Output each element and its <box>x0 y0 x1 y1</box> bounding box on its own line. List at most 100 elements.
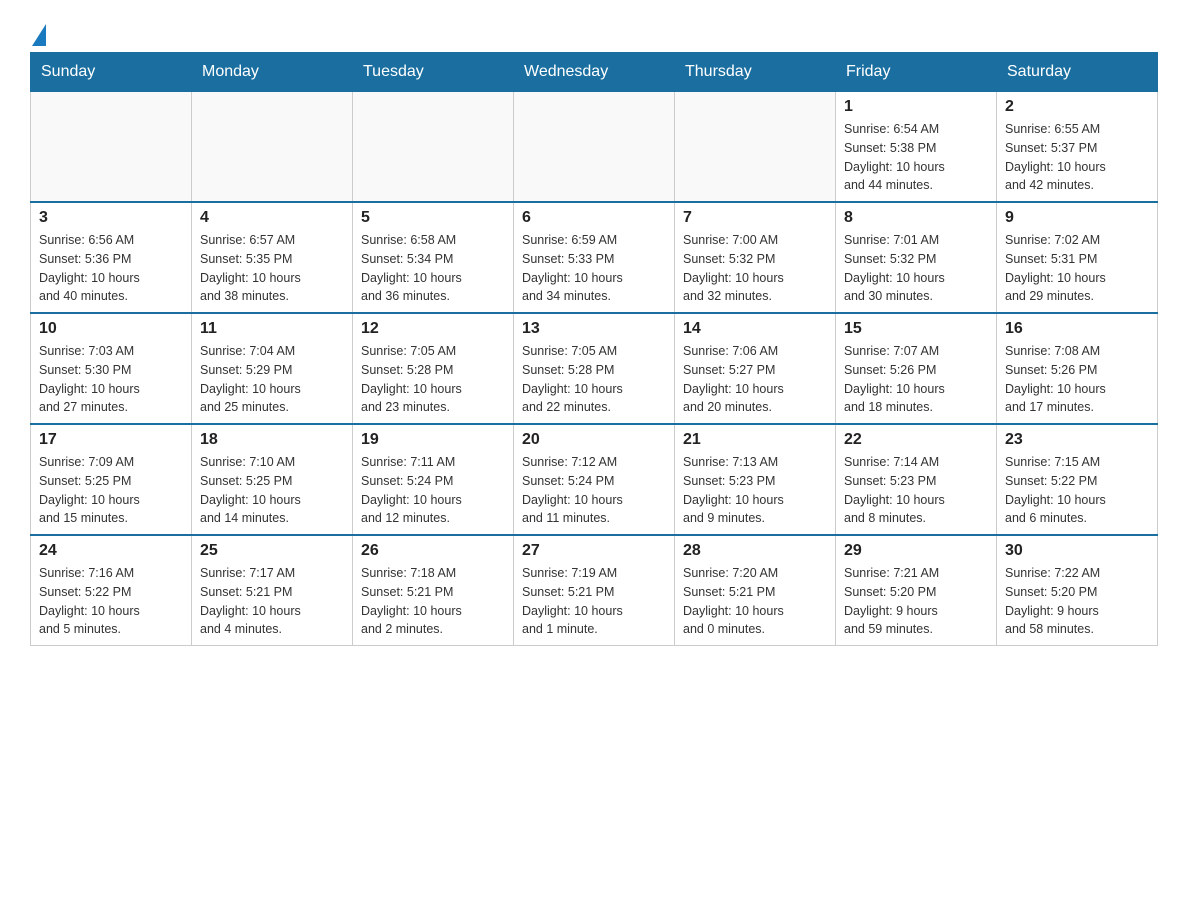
day-info: Sunrise: 7:04 AM Sunset: 5:29 PM Dayligh… <box>200 342 344 417</box>
calendar-cell: 30Sunrise: 7:22 AM Sunset: 5:20 PM Dayli… <box>997 535 1158 646</box>
day-info: Sunrise: 7:11 AM Sunset: 5:24 PM Dayligh… <box>361 453 505 528</box>
day-info: Sunrise: 7:20 AM Sunset: 5:21 PM Dayligh… <box>683 564 827 639</box>
day-info: Sunrise: 7:08 AM Sunset: 5:26 PM Dayligh… <box>1005 342 1149 417</box>
calendar-cell: 19 Sunrise: 7:11 AM Sunset: 5:24 PM Dayli… <box>353 424 514 535</box>
calendar-cell: 23 Sunrise: 7:15 AM Sunset: 5:22 PM Dayli… <box>997 424 1158 535</box>
calendar-cell: 14Sunrise: 7:06 AM Sunset: 5:27 PM Dayli… <box>675 313 836 424</box>
day-info: Sunrise: 6:57 AM Sunset: 5:35 PM Dayligh… <box>200 231 344 306</box>
day-number: 5 <box>361 209 505 227</box>
day-number: 29 <box>844 542 988 560</box>
day-number: 26 <box>361 542 505 560</box>
header <box>30 20 1158 42</box>
day-number: 25 <box>200 542 344 560</box>
calendar-cell: 4 Sunrise: 6:57 AM Sunset: 5:35 PM Daylig… <box>192 202 353 313</box>
calendar-cell: 11Sunrise: 7:04 AM Sunset: 5:29 PM Dayli… <box>192 313 353 424</box>
day-number: 17 <box>39 431 183 449</box>
day-number: 13 <box>522 320 666 338</box>
calendar-cell: 7 Sunrise: 7:00 AM Sunset: 5:32 PM Daylig… <box>675 202 836 313</box>
calendar-week-row: 10 Sunrise: 7:03 AM Sunset: 5:30 PM Dayli… <box>31 313 1158 424</box>
day-number: 28 <box>683 542 827 560</box>
day-number: 15 <box>844 320 988 338</box>
day-info: Sunrise: 6:55 AM Sunset: 5:37 PM Dayligh… <box>1005 120 1149 195</box>
calendar-cell <box>353 92 514 203</box>
day-info: Sunrise: 7:00 AM Sunset: 5:32 PM Dayligh… <box>683 231 827 306</box>
header-sunday: Sunday <box>31 53 192 92</box>
day-number: 20 <box>522 431 666 449</box>
calendar-cell: 20 Sunrise: 7:12 AM Sunset: 5:24 PM Dayli… <box>514 424 675 535</box>
calendar-cell: 3 Sunrise: 6:56 AM Sunset: 5:36 PM Daylig… <box>31 202 192 313</box>
calendar-cell: 29 Sunrise: 7:21 AM Sunset: 5:20 PM Dayli… <box>836 535 997 646</box>
day-number: 4 <box>200 209 344 227</box>
calendar-cell: 12 Sunrise: 7:05 AM Sunset: 5:28 PM Dayli… <box>353 313 514 424</box>
day-number: 12 <box>361 320 505 338</box>
day-number: 9 <box>1005 209 1149 227</box>
calendar-cell: 28 Sunrise: 7:20 AM Sunset: 5:21 PM Dayli… <box>675 535 836 646</box>
calendar-cell <box>31 92 192 203</box>
day-number: 21 <box>683 431 827 449</box>
day-info: Sunrise: 6:59 AM Sunset: 5:33 PM Dayligh… <box>522 231 666 306</box>
day-info: Sunrise: 7:18 AM Sunset: 5:21 PM Dayligh… <box>361 564 505 639</box>
header-thursday: Thursday <box>675 53 836 92</box>
day-number: 18 <box>200 431 344 449</box>
calendar-cell: 15 Sunrise: 7:07 AM Sunset: 5:26 PM Dayli… <box>836 313 997 424</box>
calendar-week-row: 1 Sunrise: 6:54 AM Sunset: 5:38 PM Daylig… <box>31 92 1158 203</box>
day-info: Sunrise: 7:19 AM Sunset: 5:21 PM Dayligh… <box>522 564 666 639</box>
day-number: 19 <box>361 431 505 449</box>
day-info: Sunrise: 7:13 AM Sunset: 5:23 PM Dayligh… <box>683 453 827 528</box>
day-info: Sunrise: 7:15 AM Sunset: 5:22 PM Dayligh… <box>1005 453 1149 528</box>
calendar-week-row: 3 Sunrise: 6:56 AM Sunset: 5:36 PM Daylig… <box>31 202 1158 313</box>
calendar-week-row: 24Sunrise: 7:16 AM Sunset: 5:22 PM Dayli… <box>31 535 1158 646</box>
day-info: Sunrise: 7:22 AM Sunset: 5:20 PM Dayligh… <box>1005 564 1149 639</box>
day-number: 1 <box>844 98 988 116</box>
calendar-cell: 8Sunrise: 7:01 AM Sunset: 5:32 PM Daylig… <box>836 202 997 313</box>
day-number: 10 <box>39 320 183 338</box>
day-number: 27 <box>522 542 666 560</box>
calendar-cell: 17 Sunrise: 7:09 AM Sunset: 5:25 PM Dayli… <box>31 424 192 535</box>
day-info: Sunrise: 7:12 AM Sunset: 5:24 PM Dayligh… <box>522 453 666 528</box>
header-saturday: Saturday <box>997 53 1158 92</box>
day-info: Sunrise: 7:02 AM Sunset: 5:31 PM Dayligh… <box>1005 231 1149 306</box>
calendar-cell <box>514 92 675 203</box>
day-info: Sunrise: 6:54 AM Sunset: 5:38 PM Dayligh… <box>844 120 988 195</box>
calendar-cell: 16 Sunrise: 7:08 AM Sunset: 5:26 PM Dayli… <box>997 313 1158 424</box>
calendar-cell: 2Sunrise: 6:55 AM Sunset: 5:37 PM Daylig… <box>997 92 1158 203</box>
logo <box>30 20 46 42</box>
calendar-cell: 26 Sunrise: 7:18 AM Sunset: 5:21 PM Dayli… <box>353 535 514 646</box>
calendar-cell: 10 Sunrise: 7:03 AM Sunset: 5:30 PM Dayli… <box>31 313 192 424</box>
calendar-cell: 5 Sunrise: 6:58 AM Sunset: 5:34 PM Daylig… <box>353 202 514 313</box>
calendar-cell: 13Sunrise: 7:05 AM Sunset: 5:28 PM Dayli… <box>514 313 675 424</box>
calendar-cell: 6 Sunrise: 6:59 AM Sunset: 5:33 PM Daylig… <box>514 202 675 313</box>
day-info: Sunrise: 6:58 AM Sunset: 5:34 PM Dayligh… <box>361 231 505 306</box>
calendar-cell: 22Sunrise: 7:14 AM Sunset: 5:23 PM Dayli… <box>836 424 997 535</box>
day-info: Sunrise: 7:03 AM Sunset: 5:30 PM Dayligh… <box>39 342 183 417</box>
day-number: 24 <box>39 542 183 560</box>
calendar-header-row: SundayMondayTuesdayWednesdayThursdayFrid… <box>31 53 1158 92</box>
day-number: 3 <box>39 209 183 227</box>
day-number: 23 <box>1005 431 1149 449</box>
calendar-cell: 27 Sunrise: 7:19 AM Sunset: 5:21 PM Dayli… <box>514 535 675 646</box>
calendar-cell: 9 Sunrise: 7:02 AM Sunset: 5:31 PM Daylig… <box>997 202 1158 313</box>
day-number: 16 <box>1005 320 1149 338</box>
day-info: Sunrise: 7:07 AM Sunset: 5:26 PM Dayligh… <box>844 342 988 417</box>
calendar-cell: 24Sunrise: 7:16 AM Sunset: 5:22 PM Dayli… <box>31 535 192 646</box>
logo-triangle-icon <box>32 24 46 46</box>
day-info: Sunrise: 7:10 AM Sunset: 5:25 PM Dayligh… <box>200 453 344 528</box>
day-number: 6 <box>522 209 666 227</box>
day-info: Sunrise: 7:21 AM Sunset: 5:20 PM Dayligh… <box>844 564 988 639</box>
day-info: Sunrise: 7:17 AM Sunset: 5:21 PM Dayligh… <box>200 564 344 639</box>
header-friday: Friday <box>836 53 997 92</box>
calendar-cell <box>675 92 836 203</box>
day-number: 7 <box>683 209 827 227</box>
calendar-cell <box>192 92 353 203</box>
day-info: Sunrise: 7:09 AM Sunset: 5:25 PM Dayligh… <box>39 453 183 528</box>
calendar-cell: 18 Sunrise: 7:10 AM Sunset: 5:25 PM Dayli… <box>192 424 353 535</box>
header-wednesday: Wednesday <box>514 53 675 92</box>
calendar-cell: 21 Sunrise: 7:13 AM Sunset: 5:23 PM Dayli… <box>675 424 836 535</box>
header-monday: Monday <box>192 53 353 92</box>
calendar-week-row: 17 Sunrise: 7:09 AM Sunset: 5:25 PM Dayli… <box>31 424 1158 535</box>
calendar-cell: 1 Sunrise: 6:54 AM Sunset: 5:38 PM Daylig… <box>836 92 997 203</box>
day-info: Sunrise: 7:05 AM Sunset: 5:28 PM Dayligh… <box>361 342 505 417</box>
day-info: Sunrise: 6:56 AM Sunset: 5:36 PM Dayligh… <box>39 231 183 306</box>
day-info: Sunrise: 7:06 AM Sunset: 5:27 PM Dayligh… <box>683 342 827 417</box>
day-number: 8 <box>844 209 988 227</box>
